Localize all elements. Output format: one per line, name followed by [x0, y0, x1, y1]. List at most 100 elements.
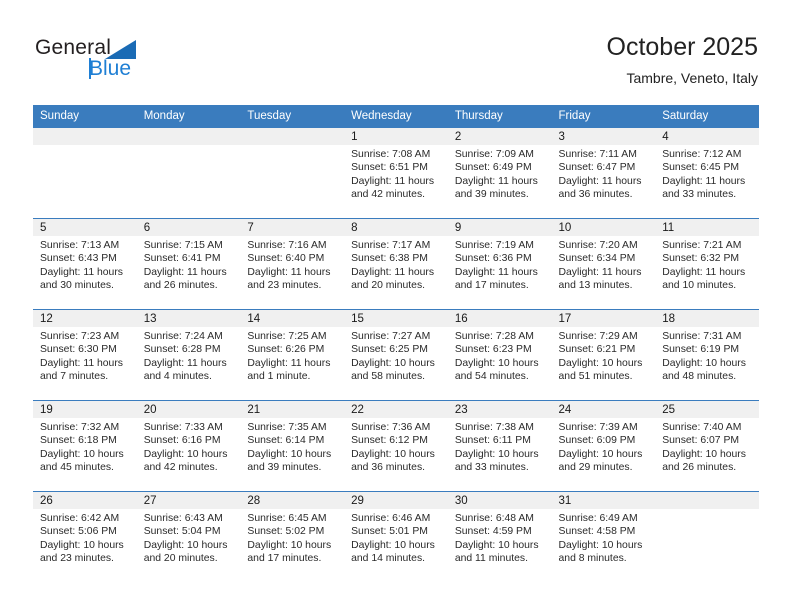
- day-box: 21 Sunrise: 7:35 AM Sunset: 6:14 PM Dayligh…: [240, 401, 345, 491]
- calendar-day-cell[interactable]: 18 Sunrise: 7:31 AM Sunset: 6:19 PM Dayligh…: [655, 309, 759, 401]
- day-daylight-1-text: Daylight: 10 hours: [558, 448, 643, 460]
- day-daylight-2-text: and 23 minutes.: [40, 553, 114, 565]
- day-daylight-2-text: and 13 minutes.: [558, 280, 633, 292]
- calendar-day-cell[interactable]: 24 Sunrise: 7:39 AM Sunset: 6:09 PM Dayligh…: [551, 400, 656, 492]
- calendar-day-cell[interactable]: 20 Sunrise: 7:33 AM Sunset: 6:16 PM Dayligh…: [136, 400, 241, 492]
- calendar-day-cell[interactable]: 14 Sunrise: 7:25 AM Sunset: 6:26 PM Dayligh…: [240, 309, 345, 401]
- day-sunset-text: Sunset: 6:30 PM: [40, 344, 117, 356]
- weekday-header-wednesday: Wednesday: [344, 105, 448, 128]
- calendar-day-cell[interactable]: 21 Sunrise: 7:35 AM Sunset: 6:14 PM Dayligh…: [240, 400, 345, 492]
- calendar-day-cell[interactable]: 2 Sunrise: 7:09 AM Sunset: 6:49 PM Daylight…: [447, 127, 552, 219]
- weekday-header-monday: Monday: [136, 105, 241, 128]
- day-box: 26 Sunrise: 6:42 AM Sunset: 5:06 PM Dayligh…: [33, 492, 137, 582]
- day-daylight-1-text: Daylight: 10 hours: [351, 448, 435, 460]
- day-number: 7: [240, 219, 345, 236]
- calendar-day-cell[interactable]: 16 Sunrise: 7:28 AM Sunset: 6:23 PM Dayligh…: [447, 309, 552, 401]
- day-sunset-text: Sunset: 6:21 PM: [558, 344, 636, 356]
- calendar-page: General Blue October 2025 Tambre, Veneto…: [0, 0, 792, 612]
- day-number: 24: [551, 401, 656, 418]
- day-daylight-2-text: and 8 minutes.: [558, 553, 627, 565]
- calendar-day-cell[interactable]: 17 Sunrise: 7:29 AM Sunset: 6:21 PM Dayligh…: [551, 309, 656, 401]
- day-daylight-2-text: and 7 minutes.: [40, 371, 109, 383]
- day-number: 9: [447, 219, 552, 236]
- day-sunset-text: Sunset: 6:28 PM: [143, 344, 221, 356]
- day-number: 30: [447, 492, 552, 509]
- day-sunset-text: Sunset: 6:07 PM: [662, 435, 740, 447]
- calendar-day-cell[interactable]: 4 Sunrise: 7:12 AM Sunset: 6:45 PM Daylight…: [655, 127, 759, 219]
- calendar-day-cell[interactable]: 31 Sunrise: 6:49 AM Sunset: 4:58 PM Dayligh…: [551, 491, 656, 582]
- day-sunrise-text: Sunrise: 7:21 AM: [662, 240, 742, 251]
- day-daylight-2-text: and 10 minutes.: [662, 280, 737, 292]
- calendar-day-cell[interactable]: 13 Sunrise: 7:24 AM Sunset: 6:28 PM Dayligh…: [136, 309, 241, 401]
- day-daylight-1-text: Daylight: 11 hours: [558, 266, 642, 278]
- day-sunset-text: Sunset: 6:49 PM: [454, 162, 532, 174]
- day-daylight-1-text: Daylight: 10 hours: [454, 539, 539, 551]
- calendar-day-cell[interactable]: 5 Sunrise: 7:13 AM Sunset: 6:43 PM Daylight…: [33, 218, 137, 310]
- day-sunrise-text: Sunrise: 6:42 AM: [40, 513, 120, 524]
- calendar-week-row: 26 Sunrise: 6:42 AM Sunset: 5:06 PM Dayligh…: [33, 491, 759, 582]
- day-box: 5 Sunrise: 7:13 AM Sunset: 6:43 PM Daylight…: [33, 219, 137, 309]
- day-sunset-text: Sunset: 6:12 PM: [351, 435, 428, 447]
- day-number: [136, 128, 241, 145]
- calendar-week-row: 5 Sunrise: 7:13 AM Sunset: 6:43 PM Daylight…: [33, 218, 759, 310]
- day-sunrise-text: Sunrise: 7:31 AM: [662, 331, 742, 342]
- calendar-day-cell[interactable]: 23 Sunrise: 7:38 AM Sunset: 6:11 PM Dayligh…: [447, 400, 552, 492]
- day-box: 16 Sunrise: 7:28 AM Sunset: 6:23 PM Dayligh…: [447, 310, 552, 400]
- calendar-day-cell[interactable]: 30 Sunrise: 6:48 AM Sunset: 4:59 PM Dayligh…: [447, 491, 552, 582]
- day-sunrise-text: Sunrise: 7:29 AM: [558, 331, 638, 342]
- calendar-day-cell[interactable]: 19 Sunrise: 7:32 AM Sunset: 6:18 PM Dayligh…: [33, 400, 137, 492]
- day-daylight-2-text: and 36 minutes.: [558, 189, 633, 201]
- day-box: 2 Sunrise: 7:09 AM Sunset: 6:49 PM Daylight…: [447, 128, 552, 218]
- day-daylight-1-text: Daylight: 10 hours: [143, 448, 228, 460]
- title-block: October 2025 Tambre, Veneto, Italy: [607, 32, 759, 88]
- day-number: 18: [655, 310, 759, 327]
- day-number: 21: [240, 401, 345, 418]
- day-sun-info: Sunrise: 7:12 AM Sunset: 6:45 PM Daylight:…: [655, 145, 759, 202]
- calendar-day-cell[interactable]: 25 Sunrise: 7:40 AM Sunset: 6:07 PM Dayligh…: [655, 400, 759, 492]
- day-box: 27 Sunrise: 6:43 AM Sunset: 5:04 PM Dayligh…: [136, 492, 241, 582]
- day-sunset-text: Sunset: 5:04 PM: [143, 526, 221, 538]
- day-number: 26: [33, 492, 137, 509]
- day-daylight-1-text: Daylight: 11 hours: [662, 266, 746, 278]
- day-box: 30 Sunrise: 6:48 AM Sunset: 4:59 PM Dayligh…: [447, 492, 552, 582]
- calendar-day-cell[interactable]: 7 Sunrise: 7:16 AM Sunset: 6:40 PM Daylight…: [240, 218, 345, 310]
- weekday-header-friday: Friday: [551, 105, 656, 128]
- day-sunrise-text: Sunrise: 6:49 AM: [558, 513, 638, 524]
- day-box: 18 Sunrise: 7:31 AM Sunset: 6:19 PM Dayligh…: [655, 310, 759, 400]
- day-number: 14: [240, 310, 345, 327]
- calendar-day-cell[interactable]: 28 Sunrise: 6:45 AM Sunset: 5:02 PM Dayligh…: [240, 491, 345, 582]
- day-number: 16: [447, 310, 552, 327]
- day-daylight-2-text: and 17 minutes.: [454, 280, 529, 292]
- weekday-header-saturday: Saturday: [655, 105, 759, 128]
- calendar-day-cell[interactable]: 26 Sunrise: 6:42 AM Sunset: 5:06 PM Dayligh…: [33, 491, 137, 582]
- calendar-day-cell[interactable]: 3 Sunrise: 7:11 AM Sunset: 6:47 PM Daylight…: [551, 127, 656, 219]
- day-number: 25: [655, 401, 759, 418]
- calendar-day-cell[interactable]: 8 Sunrise: 7:17 AM Sunset: 6:38 PM Daylight…: [344, 218, 448, 310]
- day-box: 22 Sunrise: 7:36 AM Sunset: 6:12 PM Dayligh…: [344, 401, 448, 491]
- calendar-day-cell[interactable]: 1 Sunrise: 7:08 AM Sunset: 6:51 PM Daylight…: [344, 127, 448, 219]
- day-sunrise-text: Sunrise: 7:32 AM: [40, 422, 120, 433]
- calendar-day-cell[interactable]: 10 Sunrise: 7:20 AM Sunset: 6:34 PM Dayligh…: [551, 218, 656, 310]
- day-box: 23 Sunrise: 7:38 AM Sunset: 6:11 PM Dayligh…: [447, 401, 552, 491]
- weekday-header-thursday: Thursday: [447, 105, 552, 128]
- calendar-day-cell-empty: [655, 491, 759, 582]
- calendar-day-cell[interactable]: 11 Sunrise: 7:21 AM Sunset: 6:32 PM Dayligh…: [655, 218, 759, 310]
- calendar-day-cell[interactable]: 9 Sunrise: 7:19 AM Sunset: 6:36 PM Daylight…: [447, 218, 552, 310]
- calendar-day-cell-empty: [240, 127, 345, 219]
- calendar-day-cell[interactable]: 27 Sunrise: 6:43 AM Sunset: 5:04 PM Dayligh…: [136, 491, 241, 582]
- calendar-day-cell[interactable]: 12 Sunrise: 7:23 AM Sunset: 6:30 PM Dayligh…: [33, 309, 137, 401]
- day-daylight-1-text: Daylight: 11 hours: [351, 266, 435, 278]
- calendar-day-cell[interactable]: 6 Sunrise: 7:15 AM Sunset: 6:41 PM Daylight…: [136, 218, 241, 310]
- day-box: 15 Sunrise: 7:27 AM Sunset: 6:25 PM Dayligh…: [344, 310, 448, 400]
- day-sun-info: Sunrise: 7:17 AM Sunset: 6:38 PM Daylight:…: [344, 236, 448, 293]
- day-daylight-1-text: Daylight: 11 hours: [662, 175, 746, 187]
- weekday-header-tuesday: Tuesday: [240, 105, 345, 128]
- calendar-day-cell[interactable]: 15 Sunrise: 7:27 AM Sunset: 6:25 PM Dayligh…: [344, 309, 448, 401]
- calendar-day-cell[interactable]: 29 Sunrise: 6:46 AM Sunset: 5:01 PM Dayligh…: [344, 491, 448, 582]
- day-sun-info: Sunrise: 7:16 AM Sunset: 6:40 PM Daylight:…: [240, 236, 344, 293]
- calendar-day-cell[interactable]: 22 Sunrise: 7:36 AM Sunset: 6:12 PM Dayligh…: [344, 400, 448, 492]
- day-sunset-text: Sunset: 6:32 PM: [662, 253, 740, 265]
- day-sunrise-text: Sunrise: 7:17 AM: [351, 240, 431, 251]
- day-number: 22: [344, 401, 448, 418]
- day-number: 29: [344, 492, 448, 509]
